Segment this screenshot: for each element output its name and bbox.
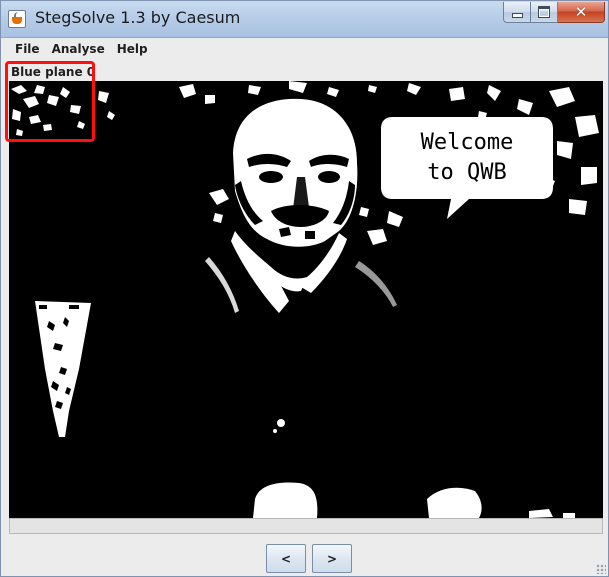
menu-bar: File Analyse Help [9, 38, 600, 60]
menu-help[interactable]: Help [111, 38, 154, 60]
stegsolve-window: StegSolve 1.3 by Caesum ✕ File Analyse H… [0, 0, 609, 577]
minimize-button[interactable] [503, 2, 531, 23]
menu-analyse[interactable]: Analyse [46, 38, 111, 60]
portrait-head [233, 98, 358, 247]
speech-bubble-line-1: Welcome [421, 130, 514, 155]
speech-bubble-line-2: to QWB [427, 160, 506, 185]
minimize-icon [511, 13, 523, 18]
image-view: Welcome to QWB [9, 81, 603, 518]
next-plane-button[interactable]: > [312, 544, 352, 573]
close-icon: ✕ [574, 2, 588, 21]
java-cup-icon[interactable] [8, 10, 26, 28]
caption-buttons: ✕ [503, 2, 605, 24]
plane-label: Blue plane 0 [11, 65, 96, 79]
resize-grip-icon[interactable] [596, 564, 606, 574]
java-cup [12, 17, 22, 24]
maximize-button[interactable] [531, 2, 558, 23]
close-button[interactable]: ✕ [558, 2, 605, 23]
window-title: StegSolve 1.3 by Caesum [35, 8, 241, 27]
bit-plane-image: Welcome to QWB [9, 81, 603, 518]
horizontal-scrollbar[interactable] [9, 518, 603, 534]
maximize-icon [538, 6, 550, 18]
title-bar[interactable]: StegSolve 1.3 by Caesum ✕ [1, 1, 608, 38]
previous-plane-button[interactable]: < [266, 544, 306, 573]
menu-file[interactable]: File [9, 38, 46, 60]
